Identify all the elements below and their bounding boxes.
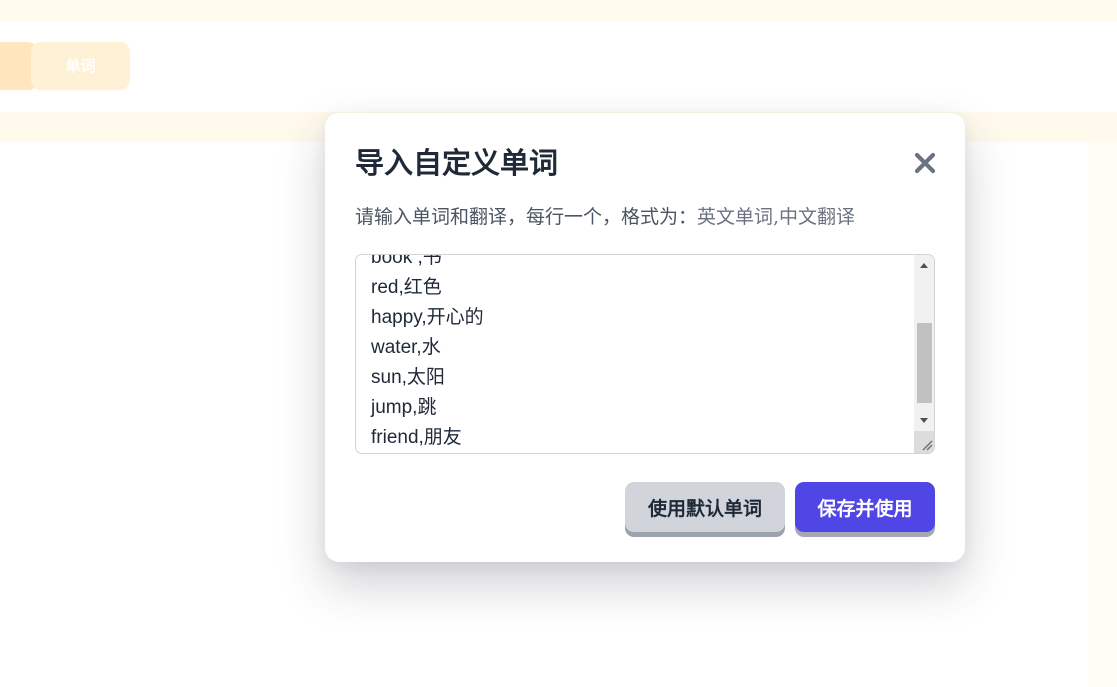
word-line: jump,跳: [371, 397, 437, 418]
word-line: book ,书: [371, 254, 442, 268]
background-header: [0, 22, 1117, 112]
import-words-modal: 导入自定义单词 请输入单词和翻译，每行一个，格式为：英文单词,中文翻译 book…: [325, 113, 965, 562]
modal-title: 导入自定义单词: [355, 146, 559, 180]
arrow-up-icon: [920, 263, 928, 268]
resize-grip-icon: [922, 440, 933, 451]
scroll-down-button[interactable]: [914, 410, 934, 430]
background-right-strip: [1088, 142, 1117, 687]
arrow-down-icon: [920, 418, 928, 423]
word-line: happy,开心的: [371, 307, 484, 328]
close-icon: [914, 152, 936, 174]
textarea-scrollbar[interactable]: [914, 255, 934, 453]
scroll-up-button[interactable]: [914, 255, 934, 275]
close-button[interactable]: [912, 150, 938, 176]
background-header-button: 单词: [31, 42, 130, 90]
word-line: friend,朋友: [371, 427, 462, 448]
word-line: sun,太阳: [371, 367, 445, 388]
background-top-strip: [0, 0, 1117, 22]
page: 单词 导入自定义单词 请输入单词和翻译，每行一个，格式为：英文单词,中文翻译 b…: [0, 0, 1117, 687]
use-default-words-button[interactable]: 使用默认单词: [625, 482, 785, 532]
format-example: 英文单词,中文翻译: [697, 206, 856, 228]
words-textarea[interactable]: book ,书 red,红色 happy,开心的 water,水 sun,太阳 jump,…: [355, 254, 935, 454]
description-prefix: 请输入单词和翻译，每行一个，格式为：: [355, 206, 698, 228]
save-and-use-button[interactable]: 保存并使用: [795, 482, 935, 532]
modal-description: 请输入单词和翻译，每行一个，格式为：英文单词,中文翻译: [355, 203, 855, 231]
word-lines: book ,书 red,红色 happy,开心的 water,水 sun,太阳 jump,…: [371, 254, 484, 453]
word-line: red,红色: [371, 277, 442, 298]
word-line: water,水: [371, 337, 441, 358]
textarea-resize-handle[interactable]: [914, 431, 934, 453]
scrollbar-thumb[interactable]: [917, 323, 932, 403]
